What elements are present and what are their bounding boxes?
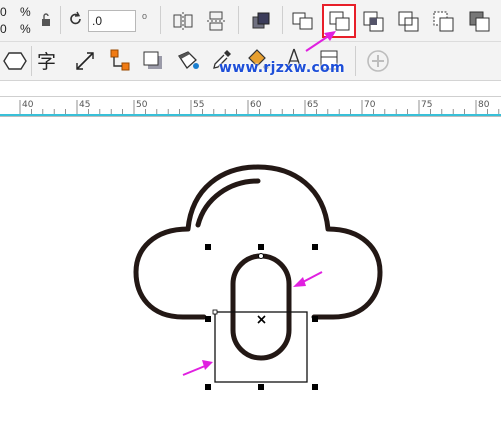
ruler-tick-label: 60 <box>250 100 262 110</box>
intersect-icon[interactable] <box>362 10 386 39</box>
ruler-tick-label: 50 <box>136 100 148 110</box>
annotation-arrow-rectangle <box>182 360 213 376</box>
node-handle <box>258 253 264 259</box>
mirror-vertical-icon[interactable] <box>205 10 227 37</box>
degree-icon: o <box>142 11 148 21</box>
mirror-horizontal-icon[interactable] <box>172 10 194 37</box>
text-tool-icon[interactable]: 字 <box>37 47 56 74</box>
separator <box>31 46 32 76</box>
rectangle-shape <box>214 311 308 383</box>
cloud-shape <box>133 164 383 320</box>
canvas-drawing <box>133 164 383 390</box>
separator <box>355 46 356 76</box>
rotate-icon <box>68 11 84 32</box>
weld-icon[interactable] <box>250 10 272 37</box>
size-value-bottom[interactable]: 0 <box>0 22 7 36</box>
separator <box>60 6 61 34</box>
annotation-arrow-top <box>305 31 336 52</box>
separator <box>282 6 283 34</box>
ruler-tick-label: 40 <box>22 100 34 110</box>
drawing-canvas[interactable] <box>0 116 501 433</box>
ruler-tick-label: 45 <box>79 100 90 110</box>
percent-label-top: % <box>20 5 31 19</box>
annotation-arrow-capsule <box>293 271 323 287</box>
simplify-icon[interactable] <box>397 10 421 39</box>
boundary-icon[interactable] <box>468 10 494 39</box>
transparency-tool-icon[interactable] <box>176 48 200 77</box>
drop-shadow-tool-icon[interactable] <box>142 50 166 77</box>
connector-tool-icon[interactable] <box>109 48 131 77</box>
rotation-input[interactable]: .0 <box>88 10 136 32</box>
node-handle <box>212 309 218 315</box>
lock-ratio-icon[interactable] <box>40 13 52 32</box>
center-marker <box>257 315 266 324</box>
separator <box>160 6 161 34</box>
ruler-tick-label: 65 <box>307 100 318 110</box>
add-tool-icon[interactable] <box>366 49 390 78</box>
capsule-shape <box>230 253 292 361</box>
hexagon-icon[interactable] <box>3 50 27 77</box>
ruler-tick-label: 80 <box>478 100 490 110</box>
dimension-tool-icon[interactable] <box>74 50 96 77</box>
percent-label-bottom: % <box>20 22 31 36</box>
separator <box>238 6 239 34</box>
selection-handles <box>205 244 318 390</box>
toolbar-gap <box>0 81 501 96</box>
ruler-tick-label: 75 <box>421 100 432 110</box>
size-value-top[interactable]: 0 <box>0 5 7 19</box>
ruler-tick-label: 55 <box>193 100 204 110</box>
watermark-text: www.rjzxw.com <box>219 60 345 76</box>
property-bar: 0 0 % % .0 o <box>0 0 501 42</box>
horizontal-ruler[interactable]: 40 45 50 55 60 65 70 75 80 <box>0 96 501 117</box>
front-minus-back-icon[interactable] <box>432 10 456 39</box>
ruler-tick-label: 70 <box>364 100 376 110</box>
rotation-value: .0 <box>92 14 103 28</box>
